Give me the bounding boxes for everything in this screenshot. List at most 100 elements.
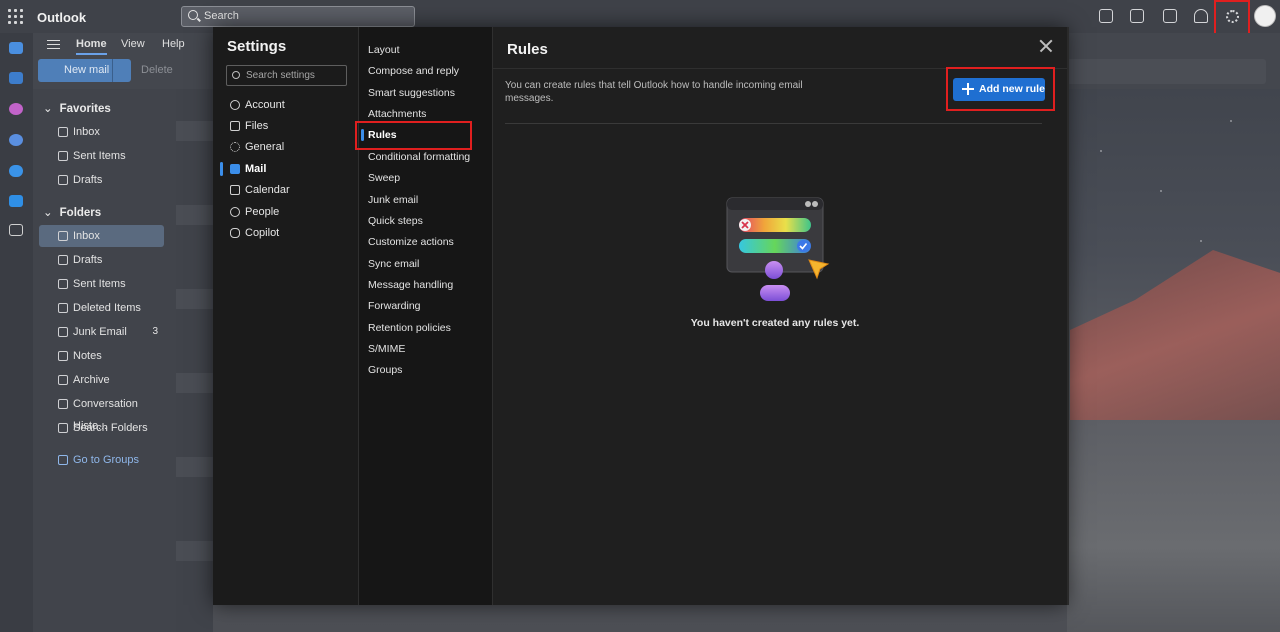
background-star <box>1230 120 1232 122</box>
copilot-app-icon[interactable] <box>9 103 23 115</box>
settings-category-people[interactable]: People <box>221 202 353 222</box>
folder-sent-items[interactable]: Sent Items <box>39 273 164 295</box>
folder-inbox[interactable]: Inbox <box>39 225 164 247</box>
go-to-groups-link[interactable]: Go to Groups <box>39 449 164 471</box>
favorite-sent-items[interactable]: Sent Items <box>39 145 164 167</box>
archive-icon <box>58 375 68 385</box>
settings-category-calendar[interactable]: Calendar <box>221 180 353 200</box>
folder-deleted-items[interactable]: Deleted Items <box>39 297 164 319</box>
rules-highlight-box <box>355 121 472 150</box>
page-title: Rules <box>507 41 548 58</box>
rules-description: You can create rules that tell Outlook h… <box>505 80 803 104</box>
settings-sub-smart-suggestions[interactable]: Smart suggestions <box>361 83 489 103</box>
divider <box>505 123 1042 124</box>
gear-icon[interactable] <box>1226 10 1239 23</box>
settings-sub-groups[interactable]: Groups <box>361 360 489 380</box>
background-ground <box>1067 420 1280 632</box>
tab-help[interactable]: Help <box>162 38 185 50</box>
rules-empty-illustration <box>726 197 830 301</box>
trash-icon <box>58 303 68 313</box>
settings-category-mail[interactable]: Mail <box>220 159 353 179</box>
list-item[interactable] <box>176 541 213 561</box>
settings-sub-customize-actions[interactable]: Customize actions <box>361 232 489 252</box>
settings-category-copilot[interactable]: Copilot <box>221 223 353 243</box>
mail-icon <box>230 164 240 174</box>
settings-content-pane <box>493 27 1067 605</box>
settings-sub-sweep[interactable]: Sweep <box>361 168 489 188</box>
settings-sub-message-handling[interactable]: Message handling <box>361 275 489 295</box>
inbox-icon <box>58 231 68 241</box>
apps-icon[interactable] <box>9 224 23 236</box>
ribbon-overflow[interactable] <box>1067 59 1266 84</box>
favorite-drafts[interactable]: Drafts <box>39 169 164 191</box>
folder-junk-email[interactable]: Junk Email 3 <box>39 321 164 343</box>
list-item[interactable] <box>176 205 213 225</box>
settings-sub-sync-email[interactable]: Sync email <box>361 254 489 274</box>
search-input[interactable]: Search <box>181 6 415 27</box>
pencil-icon <box>58 255 68 265</box>
tab-home[interactable]: Home <box>76 38 107 55</box>
dialog-edge <box>1067 27 1069 605</box>
onedrive-app-icon[interactable] <box>9 165 23 177</box>
empty-state-message: You haven't created any rules yet. <box>690 317 860 329</box>
folders-header[interactable]: Folders <box>43 205 102 219</box>
settings-category-account[interactable]: Account <box>221 95 353 115</box>
calendar-icon <box>230 185 240 195</box>
bell-icon[interactable] <box>1194 9 1208 23</box>
copilot-icon <box>230 228 240 238</box>
folder-search-folders[interactable]: Search Folders <box>39 417 164 439</box>
delete-button[interactable]: Delete <box>141 64 173 76</box>
file-icon <box>230 121 240 131</box>
settings-sub-forwarding[interactable]: Forwarding <box>361 296 489 316</box>
favorites-header[interactable]: Favorites <box>43 101 111 115</box>
settings-sub-retention-policies[interactable]: Retention policies <box>361 318 489 338</box>
new-mail-dropdown-button[interactable] <box>112 59 131 82</box>
app-rail <box>0 33 33 632</box>
settings-sub-conditional-formatting[interactable]: Conditional formatting <box>361 147 489 167</box>
folder-icon <box>58 399 68 409</box>
folder-archive[interactable]: Archive <box>39 369 164 391</box>
settings-sub-layout[interactable]: Layout <box>361 40 489 60</box>
send-icon <box>58 279 68 289</box>
settings-sub-compose-and-reply[interactable]: Compose and reply <box>361 61 489 81</box>
unread-count: 3 <box>152 326 158 337</box>
chat-icon[interactable] <box>1099 9 1113 23</box>
send-icon <box>58 151 68 161</box>
note-icon <box>58 351 68 361</box>
favorite-inbox[interactable]: Inbox <box>39 121 164 143</box>
background-star <box>1160 190 1162 192</box>
folder-notes[interactable]: Notes <box>39 345 164 367</box>
people-app-icon[interactable] <box>9 134 23 146</box>
junk-icon <box>58 327 68 337</box>
folder-conversation-history[interactable]: Conversation Histo... <box>39 393 164 432</box>
list-item[interactable] <box>176 457 213 477</box>
settings-category-general[interactable]: General <box>221 137 353 157</box>
tab-view[interactable]: View <box>121 38 145 50</box>
settings-sub-smime[interactable]: S/MIME <box>361 339 489 359</box>
search-folder-icon <box>58 423 68 433</box>
menu-icon[interactable] <box>47 40 60 49</box>
app-title: Outlook <box>37 10 87 25</box>
todo-app-icon[interactable] <box>9 195 23 207</box>
inbox-icon <box>58 127 68 137</box>
folder-drafts[interactable]: Drafts <box>39 249 164 271</box>
people-icon <box>230 207 240 217</box>
list-item[interactable] <box>176 373 213 393</box>
office-icon[interactable] <box>1130 9 1144 23</box>
list-item[interactable] <box>176 121 213 141</box>
search-icon <box>188 10 198 20</box>
background-star <box>1200 240 1202 242</box>
settings-category-files[interactable]: Files <box>221 116 353 136</box>
settings-sub-junk-email[interactable]: Junk email <box>361 190 489 210</box>
settings-sub-quick-steps[interactable]: Quick steps <box>361 211 489 231</box>
mail-app-icon[interactable] <box>9 42 23 54</box>
person-icon <box>230 100 240 110</box>
app-launcher-icon[interactable] <box>8 9 24 25</box>
avatar[interactable] <box>1254 5 1276 27</box>
settings-search-input[interactable]: Search settings <box>226 65 347 86</box>
list-item[interactable] <box>176 289 213 309</box>
notes-icon[interactable] <box>1163 9 1177 23</box>
close-icon[interactable] <box>1038 38 1054 54</box>
groups-icon <box>58 455 68 465</box>
calendar-app-icon[interactable] <box>9 72 23 84</box>
